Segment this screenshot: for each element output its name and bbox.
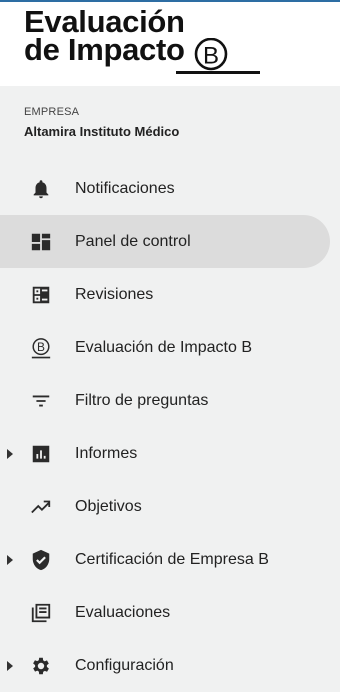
sidebar-item-evaluacion-de-impacto-b[interactable]: B Evaluación de Impacto B — [0, 321, 340, 374]
org-name: Altamira Instituto Médico — [24, 124, 180, 139]
library-books-icon — [30, 602, 52, 624]
expand-caret-icon[interactable] — [7, 660, 13, 671]
logo-b-letter: B — [203, 43, 219, 70]
bar-chart-icon — [30, 443, 52, 465]
logo-line-2: de Impacto — [24, 32, 185, 67]
sidebar-item-label: Evaluaciones — [75, 603, 171, 621]
sidebar-item-label: Configuración — [75, 656, 174, 674]
sidebar-item-label: Certificación de Empresa B — [75, 550, 269, 568]
sidebar-item-notificaciones[interactable]: Notificaciones — [0, 162, 340, 215]
svg-text:B: B — [37, 339, 45, 353]
sidebar-item-filtro-de-preguntas[interactable]: Filtro de preguntas — [0, 374, 340, 427]
org-label: EMPRESA — [24, 106, 80, 118]
sidebar-item-label: Informes — [75, 444, 138, 462]
trending-up-icon — [30, 496, 52, 518]
sidebar-item-label: Notificaciones — [75, 179, 175, 197]
sidebar-item-certificacion-de-empresa-b[interactable]: Certificación de Empresa B — [0, 533, 340, 586]
bell-icon — [30, 178, 52, 200]
expand-caret-icon[interactable] — [7, 554, 13, 565]
sidebar-nav: Notificaciones Panel de control Revision… — [0, 162, 340, 692]
sidebar-item-revisiones[interactable]: Revisiones — [0, 268, 340, 321]
reviews-icon — [30, 284, 52, 306]
sidebar-item-informes[interactable]: Informes — [0, 427, 340, 480]
sidebar-item-panel-de-control[interactable]: Panel de control — [0, 215, 330, 268]
expand-caret-icon[interactable] — [7, 448, 13, 459]
dashboard-icon — [30, 231, 52, 253]
sidebar-item-evaluaciones[interactable]: Evaluaciones — [0, 586, 340, 639]
sidebar-item-label: Panel de control — [75, 232, 191, 250]
gear-icon — [30, 655, 52, 677]
filter-icon — [30, 390, 52, 412]
organization-info: EMPRESA Altamira Instituto Médico — [24, 106, 179, 139]
sidebar-item-configuracion[interactable]: Configuración — [0, 639, 340, 692]
verified-shield-icon — [30, 549, 52, 571]
sidebar-item-label: Revisiones — [75, 285, 154, 303]
sidebar-item-label: Evaluación de Impacto B — [75, 338, 252, 356]
sidebar-item-label: Filtro de preguntas — [75, 391, 209, 409]
app-logo-text[interactable]: Evaluación de Impacto — [24, 6, 185, 67]
sidebar-item-label: Objetivos — [75, 497, 142, 515]
b-corp-icon: B — [30, 337, 52, 359]
b-corp-logo-icon: B — [176, 38, 260, 74]
sidebar-item-objetivos[interactable]: Objetivos — [0, 480, 340, 533]
app-header: Evaluación de Impacto B — [0, 2, 340, 86]
